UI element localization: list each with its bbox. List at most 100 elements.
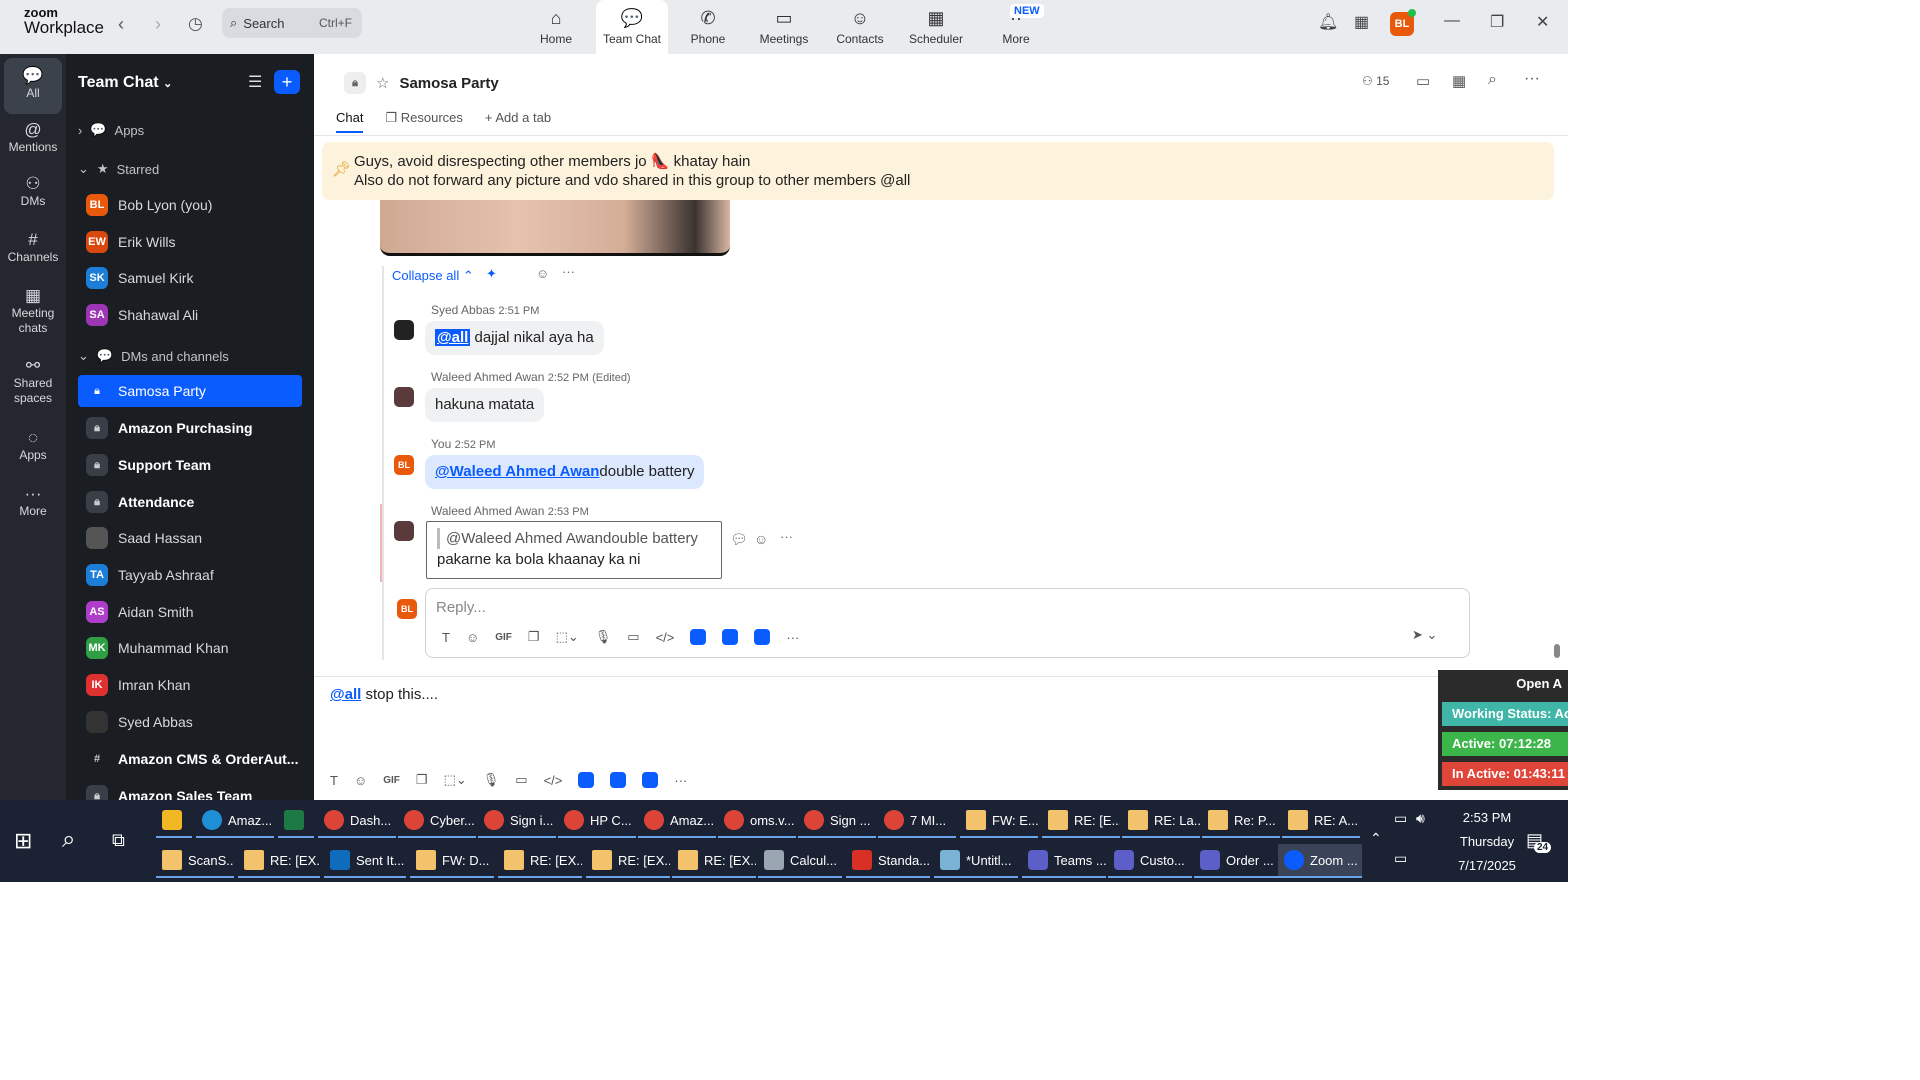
taskbar-item[interactable]: Amaz...: [638, 804, 716, 838]
forward-arrow-icon[interactable]: ›: [155, 14, 161, 35]
taskbar-item[interactable]: RE: [EX...: [672, 844, 756, 878]
shared-image[interactable]: [380, 200, 730, 256]
restore-icon[interactable]: ❐: [1490, 12, 1504, 32]
new-chat-button[interactable]: +: [274, 70, 300, 94]
taskbar-item[interactable]: Teams ...: [1022, 844, 1106, 878]
sidebar-item-attendance[interactable]: 🔒︎ Attendance: [78, 486, 302, 518]
search-icon[interactable]: ⌕: [62, 826, 75, 854]
open-button[interactable]: Open A: [1442, 672, 1568, 696]
text-format-icon[interactable]: T: [442, 630, 450, 645]
emoji-react-icon[interactable]: ☺: [536, 266, 549, 281]
taskbar-item[interactable]: HP C...: [558, 804, 636, 838]
star-icon[interactable]: ☆: [376, 74, 389, 92]
gif-icon[interactable]: GIF: [383, 775, 400, 786]
sidebar-item-dm[interactable]: Saad Hassan: [78, 522, 302, 554]
taskbar-item[interactable]: Amaz...: [196, 804, 274, 838]
rail-more[interactable]: ··· More: [0, 485, 66, 519]
nav-tab-phone[interactable]: ✆ Phone: [672, 0, 744, 54]
filter-icon[interactable]: ☰: [248, 72, 262, 92]
taskbar-item[interactable]: 7 MI...: [878, 804, 956, 838]
taskbar-item[interactable]: Sign i...: [478, 804, 556, 838]
taskbar-item[interactable]: oms.v...: [718, 804, 796, 838]
emoji-icon[interactable]: ☺: [466, 630, 479, 645]
rail-all[interactable]: 💬 All: [4, 58, 62, 114]
file-icon[interactable]: ❐: [528, 629, 540, 645]
sidebar-item-dm[interactable]: Syed Abbas: [78, 706, 302, 738]
taskbar-item[interactable]: RE: [E...: [1042, 804, 1120, 838]
bell-icon[interactable]: 🔔︎: [1318, 12, 1338, 32]
reply-icon[interactable]: 💬︎: [730, 531, 748, 548]
taskbar-clock[interactable]: 2:53 PM Thursday 7/17/2025: [1442, 806, 1532, 878]
battery-icon[interactable]: ▭: [1394, 810, 1407, 827]
sidebar-item-channel[interactable]: 🔒︎ Amazon Sales Team: [78, 780, 302, 800]
send-icon[interactable]: ➤ ⌄: [1412, 627, 1437, 643]
sidebar-section-apps[interactable]: › 💬 Apps: [78, 122, 144, 138]
taskbar-item[interactable]: RE: La...: [1122, 804, 1200, 838]
message-input[interactable]: @all stop this....: [330, 686, 438, 703]
screenshot-icon[interactable]: ⬚⌄: [556, 629, 579, 645]
mic-icon[interactable]: 🎙︎: [595, 629, 612, 645]
taskbar-item[interactable]: FW: E...: [960, 804, 1038, 838]
ai-sparkle-icon[interactable]: ✦: [486, 266, 497, 282]
close-icon[interactable]: ✕: [1536, 12, 1549, 32]
tab-add[interactable]: + Add a tab: [485, 110, 551, 133]
taskbar-item[interactable]: RE: [EX...: [586, 844, 670, 878]
rail-meeting-chats[interactable]: ▦ Meeting chats: [0, 287, 66, 336]
message-bubble[interactable]: @Waleed Ahmed Awandouble battery: [425, 455, 705, 489]
sidebar-item-support-team[interactable]: 🔒︎ Support Team: [78, 449, 302, 481]
app-icon[interactable]: [722, 629, 739, 645]
taskbar-item[interactable]: FW: D...: [410, 844, 494, 878]
tab-resources[interactable]: ❐ Resources: [385, 110, 462, 133]
file-icon[interactable]: ❐: [416, 772, 428, 788]
taskbar-item[interactable]: Sent It...: [324, 844, 406, 878]
taskbar-item[interactable]: Re: P...: [1202, 804, 1280, 838]
chevron-up-icon[interactable]: ⌃: [1370, 830, 1382, 847]
network-icon[interactable]: ▭: [1394, 850, 1407, 867]
more-icon[interactable]: ···: [780, 529, 793, 544]
rail-apps[interactable]: ◌ Apps: [0, 429, 66, 463]
rail-dms[interactable]: ⚇ DMs: [0, 175, 66, 209]
more-icon[interactable]: ···: [674, 773, 687, 788]
gif-icon[interactable]: GIF: [495, 632, 512, 643]
sidebar-item-starred[interactable]: SK Samuel Kirk: [78, 262, 302, 294]
taskbar-item[interactable]: RE: A...: [1282, 804, 1360, 838]
quoted-message-bubble[interactable]: @Waleed Ahmed Awandouble battery pakarne…: [426, 521, 722, 579]
channel-title[interactable]: Samosa Party: [399, 75, 498, 92]
nav-tab-team-chat[interactable]: 💬 Team Chat: [596, 0, 668, 54]
search-icon[interactable]: ⌕: [1488, 71, 1497, 89]
video-icon[interactable]: ▭: [515, 772, 527, 788]
sidebar-item-starred[interactable]: SA Shahawal Ali: [78, 299, 302, 331]
emoji-react-icon[interactable]: ☺: [754, 531, 768, 547]
more-icon[interactable]: ···: [786, 630, 799, 645]
taskbar-item[interactable]: Standa...: [846, 844, 930, 878]
tab-chat[interactable]: Chat: [336, 110, 364, 133]
sidebar-item-amazon-purchasing[interactable]: 🔒︎ Amazon Purchasing: [78, 412, 302, 444]
sidebar-item-starred[interactable]: EW Erik Wills: [78, 226, 302, 258]
sidebar-title[interactable]: Team Chat ⌄: [78, 74, 172, 92]
video-icon[interactable]: ▭: [1416, 72, 1430, 90]
message-bubble[interactable]: hakuna matata: [425, 388, 545, 422]
taskbar-item[interactable]: Zoom ...: [1278, 844, 1362, 878]
sidebar-item-samosa-party[interactable]: 🔒︎ Samosa Party: [78, 375, 302, 407]
taskbar-item[interactable]: Cyber...: [398, 804, 476, 838]
mic-icon[interactable]: 🎙︎: [483, 772, 500, 788]
scrollbar[interactable]: [1554, 644, 1560, 658]
sidebar-section-dms[interactable]: ⌄ 💬 DMs and channels: [78, 348, 229, 364]
sidebar-item-dm[interactable]: MK Muhammad Khan: [78, 632, 302, 664]
message-bubble[interactable]: @all dajjal nikal aya ha: [425, 321, 604, 355]
calendar-icon[interactable]: ▦: [1452, 72, 1466, 90]
taskbar-item[interactable]: RE: [EX...: [498, 844, 582, 878]
taskbar-item[interactable]: ScanS...: [156, 844, 234, 878]
rail-mentions[interactable]: @ Mentions: [0, 121, 66, 155]
taskbar-item[interactable]: Sign ...: [798, 804, 876, 838]
code-icon[interactable]: </>: [544, 773, 563, 788]
screenshot-icon[interactable]: ⬚⌄: [444, 772, 467, 788]
task-view-icon[interactable]: ⧉: [112, 830, 125, 851]
app-icon[interactable]: [610, 772, 627, 788]
more-icon[interactable]: ···: [1524, 70, 1540, 88]
calendar-icon[interactable]: ▦: [1354, 12, 1369, 32]
history-icon[interactable]: ◷: [188, 14, 203, 34]
collapse-all-button[interactable]: Collapse all ⌃: [392, 268, 474, 284]
nav-tab-scheduler[interactable]: ▦ Scheduler: [900, 0, 972, 54]
more-icon[interactable]: ···: [562, 264, 575, 279]
